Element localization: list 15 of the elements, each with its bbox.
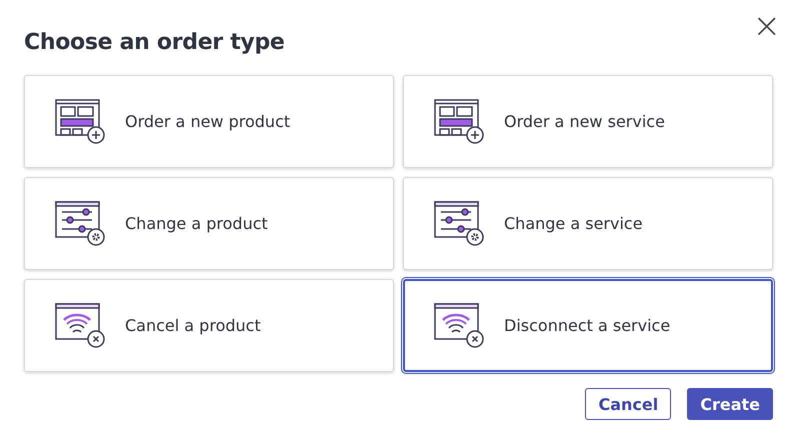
dialog-title: Choose an order type — [24, 30, 286, 55]
order-type-card[interactable]: Change a product — [24, 177, 394, 270]
order-type-card[interactable]: Order a new service — [403, 75, 773, 168]
order-type-card[interactable]: Cancel a product — [24, 279, 394, 372]
layout-add-icon — [55, 98, 105, 144]
create-button[interactable]: Create — [687, 388, 773, 420]
wifi-cancel-icon — [55, 302, 105, 348]
sliders-settings-icon — [55, 200, 105, 246]
cancel-button[interactable]: Cancel — [585, 388, 672, 420]
order-type-card[interactable]: Disconnect a service — [403, 279, 773, 372]
wifi-cancel-icon — [434, 302, 484, 348]
sliders-settings-icon — [434, 200, 484, 246]
order-type-card[interactable]: Change a service — [403, 177, 773, 270]
layout-add-icon — [434, 98, 484, 144]
order-type-card[interactable]: Order a new product — [24, 75, 394, 168]
